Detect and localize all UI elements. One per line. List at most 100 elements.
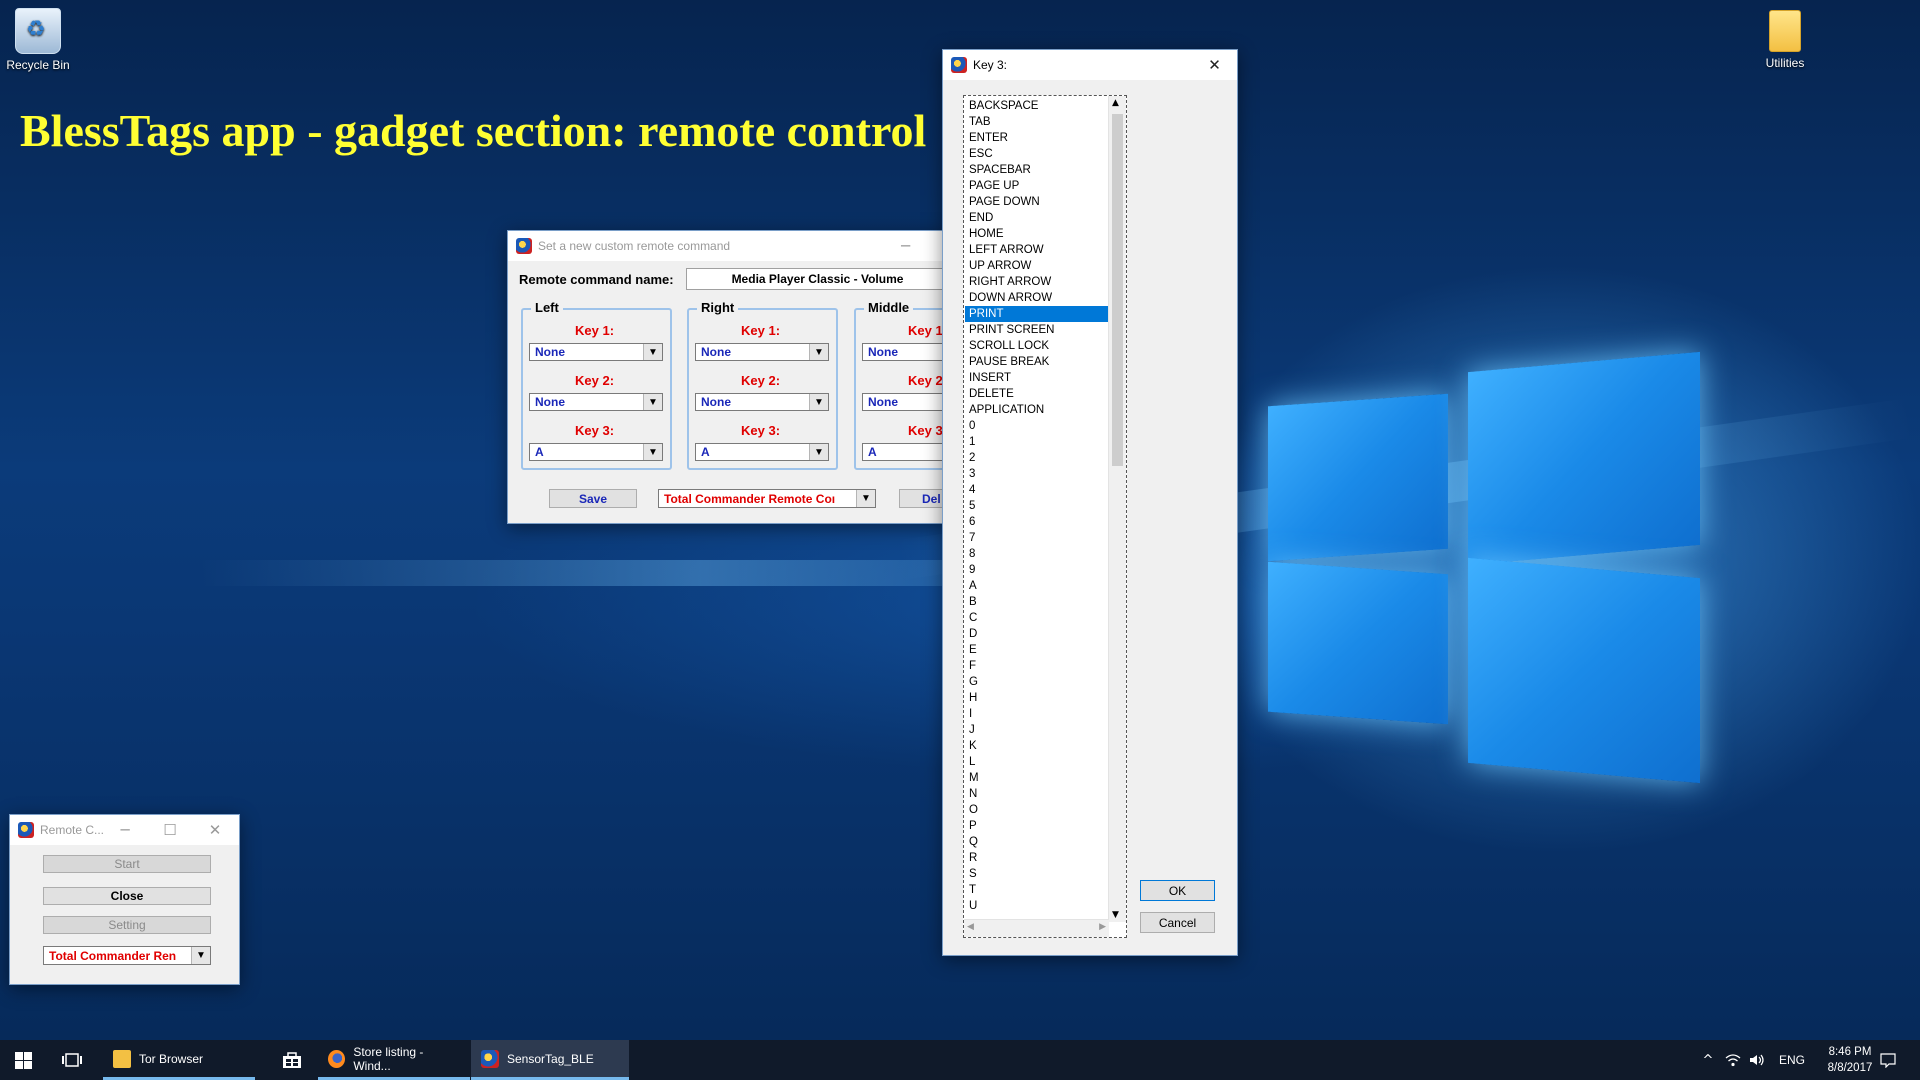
key-list-item[interactable]: A <box>965 578 1109 594</box>
key-list-item[interactable]: RIGHT ARROW <box>965 274 1109 290</box>
key-list-item[interactable]: H <box>965 690 1109 706</box>
scrollbar-thumb[interactable] <box>1112 114 1123 466</box>
wallpaper-pane <box>1468 557 1700 784</box>
key-list-item[interactable]: DELETE <box>965 386 1109 402</box>
setting-button[interactable]: Setting <box>43 916 211 934</box>
key-list-item[interactable]: M <box>965 770 1109 786</box>
key-list-item[interactable]: TAB <box>965 114 1109 130</box>
key-list-item[interactable]: BACKSPACE <box>965 98 1109 114</box>
key-list-item[interactable]: 1 <box>965 434 1109 450</box>
key-list-item[interactable]: 7 <box>965 530 1109 546</box>
key-list-item[interactable]: 8 <box>965 546 1109 562</box>
taskbar-app-firefox[interactable]: Store listing - Wind... <box>318 1040 470 1080</box>
key-list-item[interactable]: 4 <box>965 482 1109 498</box>
network-tray[interactable] <box>1722 1040 1744 1080</box>
key-list-item[interactable]: B <box>965 594 1109 610</box>
key-list-item[interactable]: J <box>965 722 1109 738</box>
right-key1-select[interactable]: None ▼ <box>695 343 829 361</box>
start-button[interactable]: Start <box>43 855 211 873</box>
key-list-item[interactable]: 0 <box>965 418 1109 434</box>
key-list-item[interactable]: LEFT ARROW <box>965 242 1109 258</box>
save-button[interactable]: Save <box>549 489 637 508</box>
right-key2-select[interactable]: None ▼ <box>695 393 829 411</box>
close-app-button[interactable]: Close <box>43 887 211 905</box>
key-list-item[interactable]: N <box>965 786 1109 802</box>
key-list-item[interactable]: SCROLL LOCK <box>965 338 1109 354</box>
key-list-item[interactable]: E <box>965 642 1109 658</box>
key-list-item[interactable]: INSERT <box>965 370 1109 386</box>
maximize-button[interactable]: ☐ <box>150 815 190 845</box>
input-language[interactable]: ENG <box>1772 1040 1812 1080</box>
key-list-item[interactable]: PAUSE BREAK <box>965 354 1109 370</box>
key-list-item[interactable]: O <box>965 802 1109 818</box>
key-list-item[interactable]: 2 <box>965 450 1109 466</box>
minimize-button[interactable]: ─ <box>883 231 928 261</box>
key-list-item[interactable]: PRINT <box>965 306 1109 322</box>
key-dialog-titlebar[interactable]: Key 3: ✕ <box>943 50 1237 80</box>
custom-command-titlebar[interactable]: Set a new custom remote command ─ <box>508 231 948 261</box>
key-list-item[interactable]: R <box>965 850 1109 866</box>
scroll-down-icon[interactable]: ▼ <box>1112 910 1119 920</box>
command-name-input[interactable]: Media Player Classic - Volume <box>686 268 948 290</box>
key-list-item[interactable]: 3 <box>965 466 1109 482</box>
close-button[interactable]: ✕ <box>195 815 235 845</box>
key-list-item[interactable]: U <box>965 898 1109 914</box>
vertical-scrollbar[interactable]: ▲ ▼ <box>1108 96 1126 922</box>
key-list-item[interactable]: HOME <box>965 226 1109 242</box>
key-list-item[interactable]: END <box>965 210 1109 226</box>
recycle-bin[interactable]: Recycle Bin <box>0 8 83 72</box>
taskbar-app-store[interactable] <box>268 1040 316 1080</box>
key2-label: Key 2 <box>908 373 943 388</box>
folder-icon <box>1769 10 1801 52</box>
key-list-item[interactable]: G <box>965 674 1109 690</box>
right-key3-select[interactable]: A ▼ <box>695 443 829 461</box>
preset-select[interactable]: Total Commander Remote Coı ▼ <box>658 489 876 508</box>
key-list-item[interactable]: Q <box>965 834 1109 850</box>
key-list-item[interactable]: I <box>965 706 1109 722</box>
left-key1-select[interactable]: None ▼ <box>529 343 663 361</box>
key-list-item[interactable]: PAGE UP <box>965 178 1109 194</box>
show-hidden-icons-button[interactable]: ^ <box>1697 1040 1719 1080</box>
utilities-folder[interactable]: Utilities <box>1740 10 1830 70</box>
key-list-item[interactable]: DOWN ARROW <box>965 290 1109 306</box>
task-view-button[interactable] <box>55 1040 89 1080</box>
utilities-label: Utilities <box>1765 56 1805 70</box>
action-center-button[interactable] <box>1870 1040 1906 1080</box>
key-list-item[interactable]: P <box>965 818 1109 834</box>
remote-titlebar[interactable]: Remote C... ─ ☐ ✕ <box>10 815 239 845</box>
key-list-item[interactable]: 6 <box>965 514 1109 530</box>
remote-preset-select[interactable]: Total Commander Ren ▼ <box>43 946 211 965</box>
scroll-right-icon[interactable]: ▶ <box>1099 922 1106 932</box>
taskbar-app-sensortag[interactable]: SensorTag_BLE <box>471 1040 629 1080</box>
scroll-up-icon[interactable]: ▲ <box>1112 98 1119 108</box>
close-button[interactable]: ✕ <box>1192 50 1237 80</box>
key-list-item[interactable]: F <box>965 658 1109 674</box>
key-list-item[interactable]: 9 <box>965 562 1109 578</box>
key-list-item[interactable]: SPACEBAR <box>965 162 1109 178</box>
left-key2-select[interactable]: None ▼ <box>529 393 663 411</box>
key-list-item[interactable]: APPLICATION <box>965 402 1109 418</box>
key-list-item[interactable]: 5 <box>965 498 1109 514</box>
scroll-left-icon[interactable]: ◀ <box>967 922 974 932</box>
cancel-button[interactable]: Cancel <box>1140 912 1215 933</box>
key-list-item[interactable]: PAGE DOWN <box>965 194 1109 210</box>
left-key3-select[interactable]: A ▼ <box>529 443 663 461</box>
key-list-item[interactable]: K <box>965 738 1109 754</box>
key-list-item[interactable]: C <box>965 610 1109 626</box>
app-icon <box>516 238 532 254</box>
horizontal-scrollbar[interactable]: ◀ ▶ <box>964 919 1109 937</box>
start-button[interactable] <box>0 1040 46 1080</box>
key-list-item[interactable]: ENTER <box>965 130 1109 146</box>
minimize-button[interactable]: ─ <box>105 815 145 845</box>
key-list-item[interactable]: T <box>965 882 1109 898</box>
taskbar-app-tor[interactable]: Tor Browser <box>103 1040 255 1080</box>
volume-tray[interactable] <box>1746 1040 1768 1080</box>
key-list-item[interactable]: L <box>965 754 1109 770</box>
ok-button[interactable]: OK <box>1140 880 1215 901</box>
key-list-item[interactable]: D <box>965 626 1109 642</box>
key-list-item[interactable]: S <box>965 866 1109 882</box>
key-list-item[interactable]: UP ARROW <box>965 258 1109 274</box>
key-list-item[interactable]: PRINT SCREEN <box>965 322 1109 338</box>
key-list-item[interactable]: ESC <box>965 146 1109 162</box>
key-listbox[interactable]: BACKSPACE TAB ENTER ESC SPACEBAR PAGE UP PAGE … <box>963 95 1127 938</box>
